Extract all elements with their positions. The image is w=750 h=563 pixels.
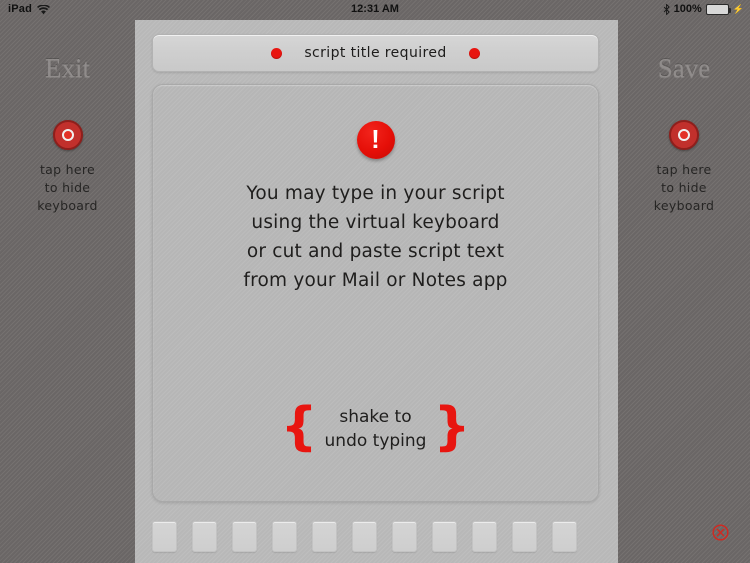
keyboard-key[interactable]: [472, 521, 497, 552]
target-dot-icon[interactable]: [669, 120, 699, 150]
bluetooth-icon: [663, 3, 670, 15]
red-dot-icon: [271, 47, 283, 59]
status-bar-right: 100% ⚡: [663, 3, 744, 15]
keyboard-key[interactable]: [552, 521, 577, 552]
shake-to-undo-hint: { shake to undo typing }: [280, 397, 471, 457]
instruction-line: You may type in your script: [246, 183, 505, 204]
keyboard-key[interactable]: [232, 521, 257, 552]
hide-keyboard-line: to hide: [661, 180, 707, 195]
left-brace: {: [280, 397, 318, 457]
keyboard-key[interactable]: [512, 521, 537, 552]
instructions-block: You may type in your script using the vi…: [153, 179, 598, 295]
hide-keyboard-line: tap here: [656, 162, 712, 177]
target-dot-icon[interactable]: [52, 120, 83, 150]
exit-button[interactable]: Exit: [0, 53, 135, 84]
instruction-line: or cut and paste script text: [246, 241, 505, 262]
app-root: iPad 12:31 AM 100% ⚡ Exit tap here to hi…: [0, 0, 750, 563]
status-time: 12:31 AM: [351, 3, 399, 15]
instruction-line: from your Mail or Notes app: [243, 270, 508, 291]
hide-keyboard-line: tap here: [39, 162, 96, 177]
keyboard-key[interactable]: [352, 521, 377, 552]
hide-keyboard-line: keyboard: [653, 198, 715, 213]
right-brace: }: [433, 397, 471, 457]
left-chrome-panel: Exit tap here to hide keyboard: [0, 20, 135, 563]
battery-full-icon: [705, 3, 731, 15]
shake-hint-line: shake to: [339, 407, 412, 427]
battery-percent-label: 100%: [673, 3, 702, 15]
save-button[interactable]: Save: [618, 53, 750, 84]
hide-keyboard-control-right[interactable]: tap here to hide keyboard: [618, 120, 750, 215]
alert-exclamation-icon: !: [356, 121, 395, 159]
red-dot-icon: [468, 47, 480, 59]
script-title-field[interactable]: script title required: [152, 34, 599, 72]
keyboard-key[interactable]: [272, 521, 297, 552]
hide-keyboard-label-right: tap here to hide keyboard: [654, 161, 714, 215]
instruction-line: using the virtual keyboard: [251, 212, 500, 233]
keyboard-key[interactable]: [392, 521, 417, 552]
keyboard-key-row[interactable]: [135, 510, 618, 563]
shake-hint-text: shake to undo typing: [325, 405, 427, 453]
right-chrome-panel: Save tap here to hide keyboard: [618, 20, 750, 563]
keyboard-key[interactable]: [192, 521, 217, 552]
keyboard-key[interactable]: [432, 521, 457, 552]
hide-keyboard-line: to hide: [44, 180, 91, 195]
script-title-placeholder: script title required: [304, 45, 447, 61]
hide-keyboard-label-left: tap here to hide keyboard: [37, 161, 97, 215]
script-text-area[interactable]: ! You may type in your script using the …: [152, 84, 599, 502]
hide-keyboard-line: keyboard: [37, 198, 98, 213]
hide-keyboard-control-left[interactable]: tap here to hide keyboard: [0, 120, 135, 215]
shake-hint-line: undo typing: [324, 431, 427, 451]
circle-x-icon[interactable]: [712, 524, 729, 541]
status-bar: iPad 12:31 AM 100% ⚡: [0, 0, 750, 20]
keyboard-key[interactable]: [152, 521, 177, 552]
power-plug-icon: ⚡: [732, 3, 744, 14]
keyboard-key[interactable]: [312, 521, 337, 552]
